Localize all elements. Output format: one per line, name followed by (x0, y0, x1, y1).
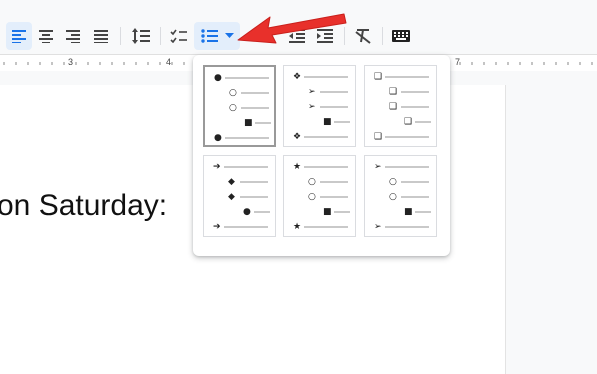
bullet-glyph: ➢ (308, 87, 316, 97)
bullet-glyph: ○ (308, 177, 316, 187)
preview-line (415, 211, 431, 213)
preview-line (241, 107, 269, 109)
preview-line (224, 166, 268, 168)
preview-line (225, 137, 269, 139)
preview-line (385, 76, 429, 78)
bullet-glyph: ★ (293, 222, 302, 232)
bullet-glyph: ❖ (293, 132, 302, 142)
bullet-preset-5[interactable]: ★ ○ ○ ■ ★ (283, 155, 356, 237)
bullet-glyph: ○ (229, 103, 237, 113)
preview-line (401, 91, 429, 93)
dropdown-caret-icon[interactable] (224, 33, 234, 39)
bullet-glyph: ● (214, 73, 222, 83)
bullet-glyph: ○ (389, 177, 397, 187)
align-justify-button[interactable] (88, 22, 114, 50)
bullet-glyph: ❑ (389, 87, 398, 97)
align-left-button[interactable] (6, 22, 32, 50)
checklist-button[interactable] (166, 22, 192, 50)
align-right-icon (66, 30, 80, 43)
preview-line (334, 211, 350, 213)
bullet-glyph: ❑ (389, 102, 398, 112)
preview-line (334, 121, 350, 123)
bullet-glyph: ○ (229, 88, 237, 98)
preview-line (385, 226, 429, 228)
bulleted-list-icon (200, 29, 218, 43)
ruler-mark: 3 (68, 57, 74, 67)
clear-formatting-button[interactable] (350, 22, 376, 50)
preview-line (385, 136, 429, 138)
bullet-glyph: ➢ (374, 222, 382, 232)
bullet-glyph: ❑ (374, 72, 383, 82)
preview-line (320, 196, 348, 198)
bullet-glyph: ○ (389, 192, 397, 202)
align-justify-icon (94, 30, 108, 43)
preview-line (401, 196, 429, 198)
bullet-glyph: ➔ (213, 162, 221, 172)
preview-line (240, 181, 268, 183)
document-text[interactable]: on Saturday: (0, 189, 167, 223)
preview-line (224, 226, 268, 228)
bullet-glyph: ◆ (228, 177, 235, 187)
preview-line (385, 166, 429, 168)
preview-line (320, 181, 348, 183)
bullet-glyph: ➢ (374, 162, 382, 172)
bullet-glyph: ■ (323, 207, 332, 217)
bullet-glyph: ❑ (374, 132, 383, 142)
bullet-glyph: ❖ (293, 72, 302, 82)
preview-line (255, 122, 271, 124)
line-spacing-button[interactable] (128, 22, 154, 50)
red-arrow-annotation (237, 13, 347, 44)
bullet-glyph: ◆ (228, 192, 235, 202)
preview-line (241, 92, 269, 94)
preview-line (240, 196, 268, 198)
preview-line (304, 226, 348, 228)
preview-line (304, 136, 348, 138)
align-right-button[interactable] (60, 22, 86, 50)
toolbar-divider (382, 27, 383, 45)
bullet-preset-1[interactable]: ● ○ ○ ■ ● (203, 65, 276, 147)
bullet-glyph: ➢ (308, 102, 316, 112)
toolbar-divider (160, 27, 161, 45)
preview-line (415, 121, 431, 123)
bullet-glyph: ● (214, 133, 222, 143)
bullet-preset-4[interactable]: ➔ ◆ ◆ ● ➔ (203, 155, 276, 237)
bullet-glyph: ■ (404, 207, 413, 217)
bullet-glyph: ➔ (213, 222, 221, 232)
preview-line (225, 77, 269, 79)
ruler-mark: 7 (455, 57, 461, 67)
bullet-preset-3[interactable]: ❑ ❑ ❑ ❑ ❑ (364, 65, 437, 147)
checklist-icon (170, 29, 187, 43)
toolbar-divider (120, 27, 121, 45)
preview-line (304, 76, 348, 78)
line-spacing-icon (132, 28, 150, 44)
preview-line (401, 106, 429, 108)
bullet-glyph: ★ (293, 162, 302, 172)
input-tools-button[interactable] (388, 22, 414, 50)
clear-formatting-icon (355, 29, 371, 44)
align-center-button[interactable] (33, 22, 59, 50)
preview-line (254, 211, 270, 213)
keyboard-icon (392, 30, 410, 42)
preview-line (320, 106, 348, 108)
align-left-icon (12, 30, 26, 43)
bullet-list-menu: ● ○ ○ ■ ● ❖ ➢ ➢ ■ ❖ ❑ ❑ ❑ ❑ ❑ ➔ ◆ ◆ ● ➔ ★ ○ ○ ■ ★ ➢ ○ ○ ■ ➢ (193, 55, 450, 256)
ruler-mark: 4 (166, 57, 172, 67)
preview-line (320, 91, 348, 93)
bullet-glyph: ■ (244, 118, 253, 128)
preview-line (304, 166, 348, 168)
bullet-preset-2[interactable]: ❖ ➢ ➢ ■ ❖ (283, 65, 356, 147)
bullet-preset-6[interactable]: ➢ ○ ○ ■ ➢ (364, 155, 437, 237)
align-center-icon (39, 30, 53, 43)
bullet-glyph: ● (243, 207, 251, 217)
bullet-glyph: ❑ (404, 117, 413, 127)
bullet-glyph: ○ (308, 192, 316, 202)
bullet-glyph: ■ (323, 117, 332, 127)
preview-line (401, 181, 429, 183)
